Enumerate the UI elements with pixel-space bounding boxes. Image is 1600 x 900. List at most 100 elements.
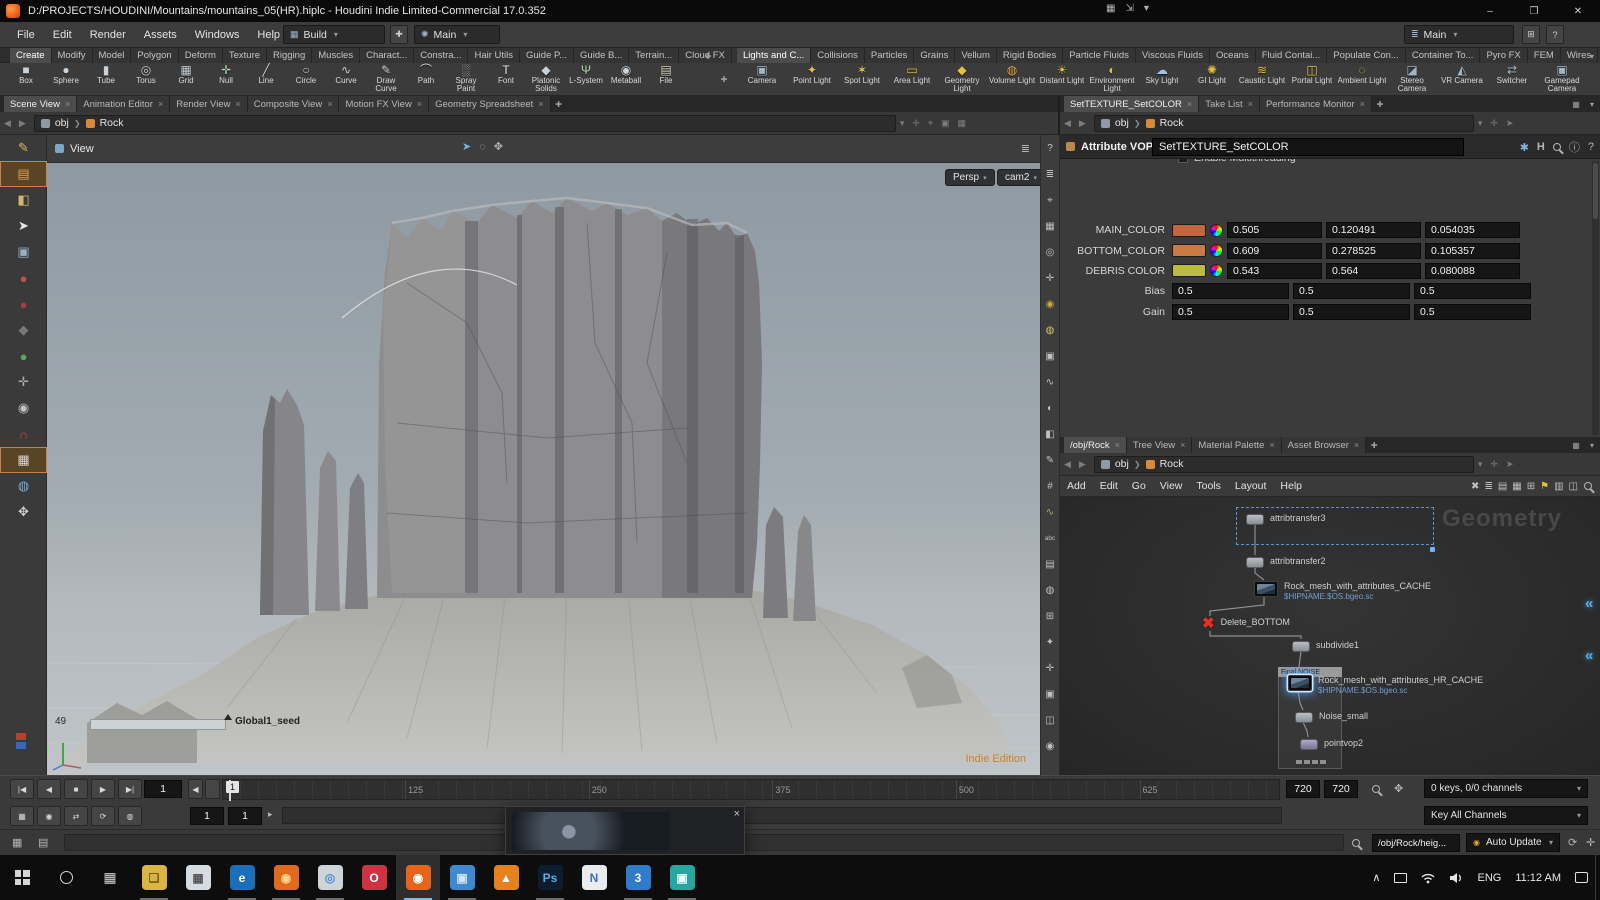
auto-update-dropdown[interactable]: ◉ Auto Update▾ — [1466, 833, 1560, 852]
audio-toggle-button[interactable]: ◍ — [118, 806, 142, 826]
help-button[interactable]: ? — [1546, 25, 1564, 44]
camera-view-icon[interactable]: ▣ — [1041, 343, 1059, 369]
shelf-tab[interactable]: Guide B... — [574, 48, 629, 63]
action-center-icon[interactable] — [1568, 872, 1595, 883]
search-icon[interactable] — [1553, 143, 1561, 151]
measure-grid-icon[interactable]: # — [1041, 473, 1059, 499]
network-menu-item[interactable]: Go — [1125, 480, 1153, 492]
end-frame-field[interactable]: 720 — [1324, 780, 1358, 798]
teams-app[interactable]: ▣ — [660, 855, 704, 900]
lock-selection-icon[interactable]: ▣ — [0, 239, 47, 265]
path-root[interactable]: obj — [1115, 117, 1129, 129]
back-icon[interactable]: ◀ — [1060, 459, 1075, 470]
shelf-tab[interactable]: Particles — [865, 48, 914, 63]
shelf-tool[interactable]: ✦ Point Light — [787, 63, 837, 85]
shelf-tab[interactable]: Guide P... — [520, 48, 574, 63]
taskbar-preview-popup[interactable]: × — [505, 806, 745, 855]
shelf-tool[interactable]: ⌒ Path — [406, 63, 446, 85]
value-field[interactable]: 0.080088 — [1425, 263, 1520, 279]
tile-icon[interactable]: ⊞ — [1527, 481, 1535, 492]
stowed-pane-expand-icon[interactable]: « — [1585, 649, 1593, 662]
cycle-mode-button[interactable]: ⟳ — [91, 806, 115, 826]
desktop-caret-icon[interactable]: ▾ — [1144, 3, 1149, 14]
pane-tab[interactable]: Animation Editor × — [77, 96, 170, 112]
pin-tool-icon[interactable]: ✛ — [0, 369, 47, 395]
key-all-dropdown[interactable]: Key All Channels▾ — [1424, 806, 1588, 825]
forward-icon[interactable]: ▶ — [1075, 118, 1090, 129]
cam-pane-icon[interactable]: ▣ — [1041, 681, 1059, 707]
terrain-brush-icon[interactable]: ✎ — [0, 135, 47, 161]
close-tab-icon[interactable]: × — [417, 99, 422, 109]
path-root[interactable]: obj — [1115, 458, 1129, 470]
color-wheel-icon[interactable] — [1210, 244, 1223, 257]
path-history-icon[interactable]: ▾ — [1474, 459, 1487, 470]
pane-layout-button[interactable]: ⊞ — [1522, 25, 1540, 44]
pin-path-icon[interactable]: ✛ — [1486, 118, 1502, 129]
cook-controls-icon[interactable]: ✱ — [1520, 141, 1529, 154]
pane-split-icon[interactable]: ▦ — [1568, 437, 1584, 453]
color-wheel-icon[interactable] — [1210, 224, 1223, 237]
show-desktop-button[interactable] — [1595, 855, 1600, 900]
current-tool-icon[interactable]: ▦ — [0, 447, 47, 473]
window-titlebar[interactable]: D:/PROJECTS/HOUDINI/Mountains/mountains_… — [0, 0, 1600, 22]
columns-icon[interactable]: ▥ — [1554, 481, 1563, 492]
preview-thumbnail[interactable] — [512, 812, 670, 850]
photos-app[interactable]: ▣ — [440, 855, 484, 900]
network-menu-item[interactable]: View — [1153, 480, 1190, 492]
grid-snap-icon[interactable]: ▦ — [1041, 213, 1059, 239]
flag-icon[interactable]: ⚑ — [1540, 481, 1549, 492]
value-field[interactable]: 0.543 — [1227, 263, 1322, 279]
annotate-pen-icon[interactable]: ✎ — [1041, 447, 1059, 473]
prev-key-button[interactable]: ◀ — [188, 779, 203, 799]
shelf-tool[interactable]: ╱ Line — [246, 63, 286, 85]
shelf-tool[interactable]: ◉ Metaball — [606, 63, 646, 85]
color-pair-chip[interactable] — [16, 733, 26, 749]
network-node[interactable]: ✖ pointvop2 — [1300, 738, 1363, 750]
jump-arrow-icon[interactable]: ➤ — [1502, 459, 1518, 470]
camera-link-icon[interactable]: ▣ — [937, 118, 954, 129]
path-field[interactable]: obj ❯ Rock — [34, 115, 896, 132]
shelf-tab[interactable]: Modify — [52, 48, 93, 63]
shelf-tab[interactable]: Charact... — [360, 48, 414, 63]
loop-mode-button[interactable]: ⇄ — [64, 806, 88, 826]
path-history-icon[interactable]: ▾ — [1474, 118, 1487, 129]
clock-label[interactable]: 11:12 AM — [1508, 872, 1568, 884]
shelf-tab[interactable]: Viscous Fluids — [1136, 48, 1210, 63]
path-leaf[interactable]: Rock — [1160, 458, 1184, 470]
add-desktop-button[interactable]: ✚ — [390, 25, 408, 44]
right-desktop-selector[interactable]: ≣ Main▾ — [1404, 25, 1514, 44]
shelf-tool[interactable]: ∿ Curve — [326, 63, 366, 85]
pane-split-icon[interactable]: ▦ — [1568, 96, 1584, 112]
shelf-tab[interactable]: Muscles — [312, 48, 360, 63]
shelf-tool[interactable]: ▦ Grid — [166, 63, 206, 85]
play-reverse-button[interactable]: ◀ — [37, 779, 61, 799]
split-view-icon[interactable]: ⊞ — [1041, 603, 1059, 629]
list-icon[interactable]: ≣ — [1484, 481, 1492, 492]
minimize-button[interactable]: – — [1468, 0, 1512, 22]
pane-tab[interactable]: SetTEXTURE_SetCOLOR × — [1064, 96, 1199, 112]
wave-icon[interactable]: ∿ — [1041, 369, 1059, 395]
shelf-tool[interactable]: ☁ Sky Light — [1137, 63, 1187, 85]
pane-tab[interactable]: Performance Monitor × — [1260, 96, 1372, 112]
shelf-tool[interactable]: ░ Spray Paint — [446, 63, 486, 94]
shelf-tab[interactable]: Particle Fluids — [1063, 48, 1136, 63]
lasso-select-icon[interactable]: ◌ — [479, 141, 486, 153]
close-tab-icon[interactable]: × — [1180, 440, 1185, 450]
shelf-tab[interactable]: Pyro FX — [1480, 48, 1527, 63]
range-start-field[interactable]: 1 — [190, 807, 224, 825]
network-node[interactable]: ✖ subdivide1 — [1292, 640, 1359, 652]
recook-icon[interactable]: ⟳ — [1568, 836, 1577, 849]
shelf-tool[interactable]: ◫ Portal Light — [1287, 63, 1337, 85]
pane-tab[interactable]: Motion FX View × — [339, 96, 429, 112]
path-field[interactable]: obj ❯ Rock — [1094, 456, 1474, 473]
task-view-button[interactable]: ▦ — [88, 855, 132, 900]
scrollbar[interactable] — [1592, 161, 1599, 435]
follow-target-icon[interactable]: ⌖ — [924, 118, 937, 129]
path-field[interactable]: obj ❯ Rock — [1094, 115, 1474, 132]
env-sphere-icon[interactable]: ◍ — [1041, 577, 1059, 603]
path-history-icon[interactable]: ▾ — [896, 118, 909, 129]
inactive-tool-icon[interactable]: ◆ — [0, 317, 47, 343]
shelf-tab[interactable]: Vellum — [955, 48, 997, 63]
close-tab-icon[interactable]: × — [1187, 99, 1192, 109]
forward-icon[interactable]: ▶ — [1075, 459, 1090, 470]
